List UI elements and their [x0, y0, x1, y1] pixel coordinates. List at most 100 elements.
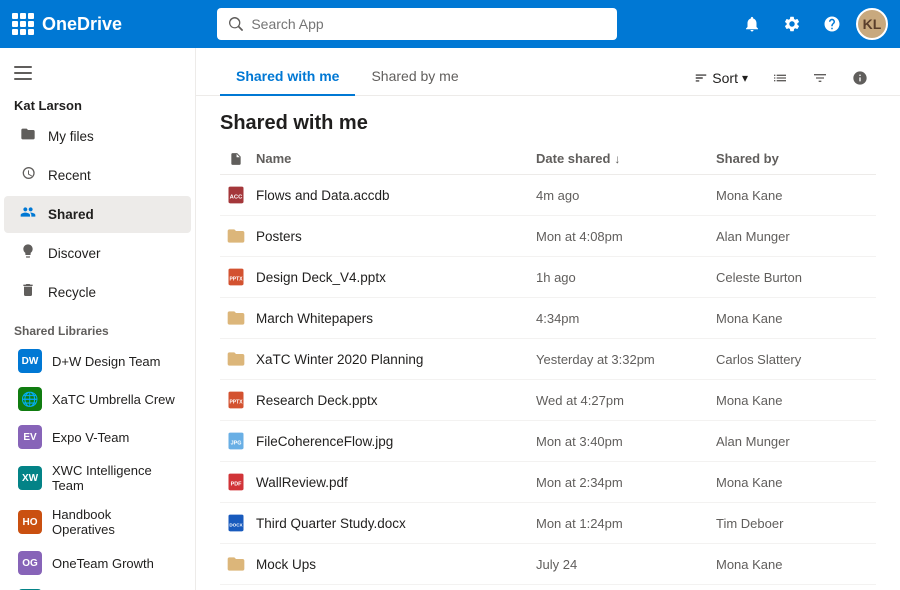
chevron-icon: ▾: [742, 71, 748, 85]
file-date: Mon at 4:08pm: [536, 229, 716, 244]
sort-button[interactable]: Sort ▾: [686, 66, 756, 90]
file-name: WallReview.pdf: [256, 475, 536, 490]
svg-text:PDF: PDF: [231, 481, 243, 487]
file-shared-by: Mona Kane: [716, 393, 876, 408]
sidebar-item-shared[interactable]: Shared: [4, 196, 191, 233]
file-shared-by: Celeste Burton: [716, 270, 876, 285]
file-name: XaTC Winter 2020 Planning: [256, 352, 536, 367]
help-button[interactable]: [816, 8, 848, 40]
sidebar-item-ev[interactable]: EV Expo V-Team: [4, 419, 191, 455]
tab-shared-with-me[interactable]: Shared with me: [220, 60, 355, 96]
table-row[interactable]: PPTX Design Deck_V4.pptx 1h ago Celeste …: [220, 257, 876, 298]
help-icon: [823, 15, 841, 33]
avatar[interactable]: KL: [856, 8, 888, 40]
notification-button[interactable]: [736, 8, 768, 40]
search-icon: [229, 17, 243, 31]
table-row[interactable]: XaTC Winter 2020 Planning Yesterday at 3…: [220, 339, 876, 380]
lib-label-xwc: XWC Intelligence Team: [52, 463, 177, 493]
table-row[interactable]: Posters Mon at 4:08pm Alan Munger: [220, 216, 876, 257]
file-type-icon: PDF: [220, 472, 252, 492]
lib-label-ho: Handbook Operatives: [52, 507, 177, 537]
file-date: Mon at 2:34pm: [536, 475, 716, 490]
table-row[interactable]: PDF WallReview.pdf Mon at 2:34pm Mona Ka…: [220, 462, 876, 503]
topbar-actions: KL: [736, 8, 888, 40]
lib-badge-xatc: 🌐: [18, 387, 42, 411]
sidebar-item-og[interactable]: OG OneTeam Growth: [4, 545, 191, 581]
sidebar-top: [0, 48, 195, 90]
file-list-container: Name Date shared ↓ Shared by ACC Flows a…: [196, 143, 900, 590]
page-title: Shared with me: [196, 96, 900, 143]
info-icon: [852, 70, 868, 86]
file-type-icon: JPG: [220, 431, 252, 451]
bell-icon: [743, 15, 761, 33]
svg-text:PPTX: PPTX: [229, 276, 243, 282]
lib-label-og: OneTeam Growth: [52, 556, 154, 571]
table-row[interactable]: PPTX Research Deck.pptx Wed at 4:27pm Mo…: [220, 380, 876, 421]
header-shared-by: Shared by: [716, 151, 876, 166]
file-type-icon: ACC: [220, 185, 252, 205]
app-logo: OneDrive: [12, 13, 152, 35]
file-date: 4m ago: [536, 188, 716, 203]
lib-badge-ho: HO: [18, 510, 42, 534]
header-icon-placeholder: [220, 152, 252, 166]
sidebar-item-ho[interactable]: HO Handbook Operatives: [4, 501, 191, 543]
folder-icon: [18, 126, 38, 147]
file-name: Third Quarter Study.docx: [256, 516, 536, 531]
lib-badge-dw: DW: [18, 349, 42, 373]
sidebar-item-dw[interactable]: DW D+W Design Team: [4, 343, 191, 379]
view-toggle-button[interactable]: [764, 62, 796, 94]
file-shared-by: Carlos Slattery: [716, 352, 876, 367]
header-date-shared[interactable]: Date shared ↓: [536, 151, 716, 166]
svg-text:PPTX: PPTX: [229, 399, 243, 405]
filter-button[interactable]: [804, 62, 836, 94]
settings-button[interactable]: [776, 8, 808, 40]
list-view-icon: [772, 70, 788, 86]
file-name: Design Deck_V4.pptx: [256, 270, 536, 285]
lib-badge-xwc: XW: [18, 466, 42, 490]
table-row[interactable]: JPG FileCoherenceFlow.jpg Mon at 3:40pm …: [220, 421, 876, 462]
sidebar-label-recycle: Recycle: [48, 285, 96, 300]
file-shared-by: Tim Deboer: [716, 516, 876, 531]
table-row[interactable]: MOV UeoD Transition Animation.mov July 2…: [220, 585, 876, 590]
hamburger-button[interactable]: [8, 60, 38, 86]
table-row[interactable]: March Whitepapers 4:34pm Mona Kane: [220, 298, 876, 339]
lib-label-ev: Expo V-Team: [52, 430, 129, 445]
lib-label-dw: D+W Design Team: [52, 354, 161, 369]
file-shared-by: Mona Kane: [716, 557, 876, 572]
file-date: July 24: [536, 557, 716, 572]
file-type-icon: PPTX: [220, 390, 252, 410]
search-input[interactable]: [251, 16, 605, 32]
tab-shared-by-me[interactable]: Shared by me: [355, 60, 474, 96]
file-type-icon: [220, 226, 252, 246]
table-row[interactable]: ACC Flows and Data.accdb 4m ago Mona Kan…: [220, 175, 876, 216]
sidebar-item-recent[interactable]: Recent: [4, 157, 191, 194]
sidebar-item-pt[interactable]: PT Paris Team: [4, 583, 191, 590]
filter-icon: [812, 70, 828, 86]
toolbar-actions: Sort ▾: [686, 62, 876, 94]
sidebar-item-xatc[interactable]: 🌐 XaTC Umbrella Crew: [4, 381, 191, 417]
file-list: ACC Flows and Data.accdb 4m ago Mona Kan…: [220, 175, 876, 590]
table-row[interactable]: DOCX Third Quarter Study.docx Mon at 1:2…: [220, 503, 876, 544]
libraries-section-label: Shared Libraries: [0, 312, 195, 342]
search-bar[interactable]: [217, 8, 617, 40]
sidebar-item-my-files[interactable]: My files: [4, 118, 191, 155]
topbar: OneDrive KL: [0, 0, 900, 48]
sidebar: Kat Larson My files Recent Shared Discov…: [0, 48, 196, 590]
info-button[interactable]: [844, 62, 876, 94]
sidebar-item-discover[interactable]: Discover: [4, 235, 191, 272]
svg-text:DOCX: DOCX: [229, 522, 243, 527]
content-area: Shared with me Shared by me Sort ▾: [196, 48, 900, 590]
table-row[interactable]: Mock Ups July 24 Mona Kane: [220, 544, 876, 585]
hamburger-line-2: [14, 72, 32, 74]
gear-icon: [783, 15, 801, 33]
file-name: Research Deck.pptx: [256, 393, 536, 408]
sidebar-label-shared: Shared: [48, 207, 94, 222]
sidebar-item-xwc[interactable]: XW XWC Intelligence Team: [4, 457, 191, 499]
sidebar-item-recycle[interactable]: Recycle: [4, 274, 191, 311]
file-shared-by: Mona Kane: [716, 475, 876, 490]
file-shared-by: Mona Kane: [716, 311, 876, 326]
sidebar-label-my-files: My files: [48, 129, 94, 144]
tabs-row: Shared with me Shared by me Sort ▾: [220, 60, 876, 95]
waffle-icon[interactable]: [12, 13, 34, 35]
header-name[interactable]: Name: [256, 151, 536, 166]
